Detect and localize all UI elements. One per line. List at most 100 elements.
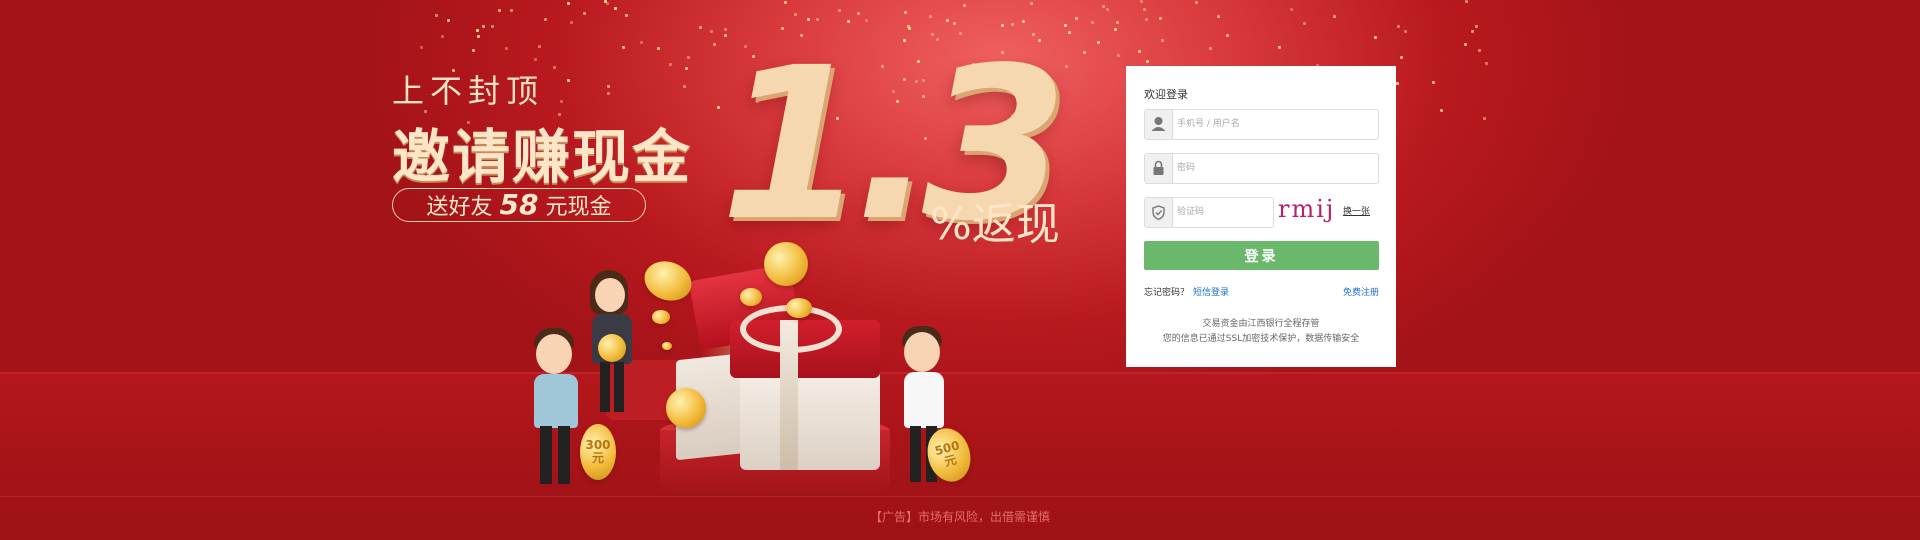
confetti-piece <box>533 57 537 61</box>
coin-icon <box>786 298 812 318</box>
pill-suffix: 元现金 <box>545 195 612 220</box>
confetti-piece <box>684 66 688 70</box>
confetti-piece <box>476 28 480 32</box>
confetti-piece <box>1397 24 1401 28</box>
confetti-piece <box>1374 35 1378 39</box>
register-link[interactable]: 免费注册 <box>1343 285 1379 298</box>
confetti-piece <box>904 11 908 15</box>
confetti-piece <box>1029 1 1033 5</box>
risk-disclaimer: 【广告】市场有风险，出借需谨慎 <box>869 510 1050 524</box>
confetti-piece <box>1101 5 1105 9</box>
confetti-piece <box>669 62 673 66</box>
confetti-piece <box>1091 20 1095 24</box>
confetti-piece <box>963 3 967 7</box>
confetti-piece <box>559 100 563 104</box>
confetti-piece <box>622 45 626 49</box>
pill-prefix: 送好友 <box>426 195 493 220</box>
confetti-piece <box>1064 23 1068 27</box>
shield-icon <box>1145 198 1173 227</box>
confetti-piece <box>1399 55 1403 59</box>
user-icon <box>1145 110 1173 139</box>
confetti-piece <box>569 20 573 24</box>
confetti-piece <box>1439 108 1443 112</box>
coin-icon <box>740 288 762 306</box>
confetti-piece <box>1482 116 1486 120</box>
security-notice: 您的信息已通过SSL加密技术保护，数据传输安全 <box>1162 334 1360 344</box>
confetti-piece <box>607 91 611 95</box>
confetti-piece <box>543 18 547 22</box>
confetti-piece <box>1217 15 1221 19</box>
password-field[interactable] <box>1144 153 1379 184</box>
confetti-piece <box>624 14 628 18</box>
coin-300-label: 300 元 <box>585 438 611 465</box>
confetti-piece <box>490 24 494 28</box>
captcha-field[interactable] <box>1144 197 1274 228</box>
captcha-input[interactable] <box>1177 203 1267 221</box>
confetti-piece <box>1096 40 1100 44</box>
login-links: 忘记密码？ 短信登录 免费注册 <box>1144 285 1379 298</box>
confetti-piece <box>472 49 476 53</box>
confetti-piece <box>640 41 644 45</box>
login-title: 欢迎登录 <box>1144 88 1188 101</box>
forgot-password-link[interactable]: 忘记密码？ <box>1144 288 1189 298</box>
confetti-piece <box>793 12 797 16</box>
gift-box-right <box>740 370 880 470</box>
confetti-piece <box>1106 7 1110 11</box>
confetti-piece <box>1484 61 1488 65</box>
floor-divider <box>0 496 1920 497</box>
confetti-piece <box>1075 17 1079 21</box>
confetti-piece <box>476 35 480 39</box>
confetti-piece <box>1116 54 1120 58</box>
confetti-piece <box>1477 49 1481 53</box>
confetti-piece <box>1208 46 1212 50</box>
confetti-piece <box>1194 0 1198 4</box>
confetti-piece <box>1464 42 1468 46</box>
confetti-piece <box>1403 30 1407 34</box>
confetti-piece <box>682 84 686 88</box>
confetti-piece <box>1083 51 1087 55</box>
confetti-piece <box>1146 60 1150 64</box>
confetti-piece <box>446 18 450 22</box>
confetti-piece <box>783 1 787 5</box>
confetti-piece <box>613 7 617 11</box>
confetti-piece <box>607 85 611 89</box>
login-panel: 欢迎登录 rmij 换一张 登录 忘记密码？短信登录 免费注册 交易资金 <box>1126 66 1396 367</box>
confetti-piece <box>552 66 556 70</box>
confetti-piece <box>1143 7 1147 11</box>
coin-icon <box>662 342 672 350</box>
confetti-piece <box>441 34 445 38</box>
login-button[interactable]: 登录 <box>1144 241 1379 270</box>
confetti-piece <box>1144 18 1148 22</box>
confetti-piece <box>698 25 702 29</box>
confetti-piece <box>1432 81 1436 85</box>
captcha-image[interactable]: rmij <box>1278 196 1336 222</box>
confetti-piece <box>1159 16 1163 20</box>
custody-notice: 交易资金由江西银行全程存管 <box>1202 319 1320 329</box>
sms-login-link[interactable]: 短信登录 <box>1193 288 1229 298</box>
username-field[interactable] <box>1144 109 1379 140</box>
confetti-piece <box>838 9 842 13</box>
coin-icon <box>598 334 626 362</box>
confetti-piece <box>509 8 513 12</box>
username-input[interactable] <box>1177 115 1367 133</box>
confetti-piece <box>656 47 660 50</box>
banner-stage: 上不封顶 邀请赚现金 送好友 58 元现金 1.3 %返现 300 元 500 … <box>0 0 1920 540</box>
confetti-piece <box>857 12 861 16</box>
confetti-piece <box>1278 45 1282 49</box>
confetti-piece <box>567 1 571 5</box>
confetti-piece <box>1113 28 1117 32</box>
confetti-piece <box>1161 38 1165 42</box>
password-input[interactable] <box>1177 159 1367 177</box>
confetti-piece <box>420 46 424 49</box>
confetti-piece <box>1333 14 1337 18</box>
lock-icon <box>1145 154 1173 183</box>
confetti-piece <box>583 12 587 16</box>
confetti-piece <box>710 29 714 33</box>
confetti-piece <box>1464 0 1468 4</box>
confetti-piece <box>1475 24 1479 28</box>
confetti-piece <box>1302 22 1306 26</box>
coin-icon <box>666 388 706 428</box>
refresh-captcha-link[interactable]: 换一张 <box>1343 204 1370 217</box>
coin-icon <box>638 254 698 308</box>
cashback-percent-text: %返现 <box>930 199 1060 250</box>
